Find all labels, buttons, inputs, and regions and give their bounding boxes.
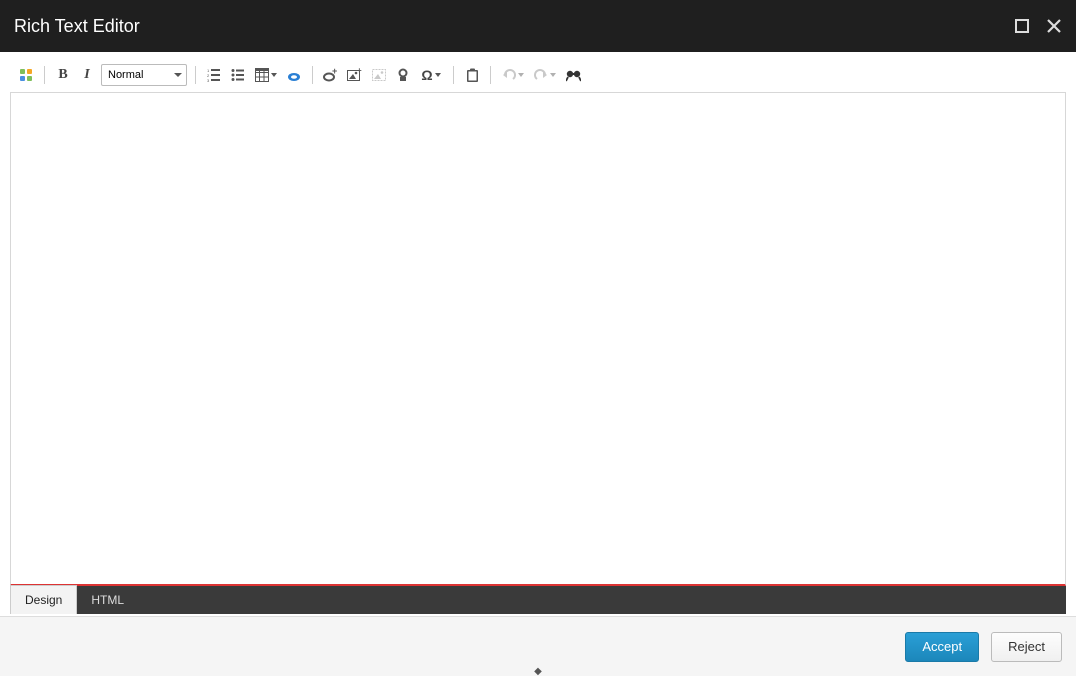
insert-table-button[interactable] [252,65,280,85]
maximize-button[interactable] [1014,18,1030,34]
close-button[interactable] [1046,18,1062,34]
italic-button[interactable]: I [77,65,97,85]
image-selection-icon[interactable] [369,65,389,85]
toolbar-separator [490,66,491,84]
chevron-down-icon [550,73,556,77]
undo-button[interactable] [499,65,527,85]
ordered-list-button[interactable]: 123 [204,65,224,85]
insert-link-icon[interactable]: + [321,65,341,85]
tab-design[interactable]: Design [10,585,77,614]
chevron-down-icon [271,73,277,77]
format-dropdown[interactable]: Normal [101,64,187,86]
view-tabstrip: Design HTML [10,586,1066,614]
window-title: Rich Text Editor [14,16,140,37]
toolbar-separator [453,66,454,84]
find-button[interactable] [563,65,583,85]
bold-button[interactable]: B [53,65,73,85]
svg-text:+: + [357,68,362,75]
resize-handle-icon[interactable]: ◆ [534,666,542,677]
chevron-down-icon [518,73,524,77]
svg-text:+: + [332,68,337,76]
redo-button[interactable] [531,65,559,85]
paste-button[interactable] [462,65,482,85]
toolbar-separator [312,66,313,84]
accept-button[interactable]: Accept [905,632,979,662]
link-button[interactable] [284,65,304,85]
toolbar-separator [195,66,196,84]
format-value: Normal [108,69,143,81]
reject-button[interactable]: Reject [991,632,1062,662]
embed-icon[interactable] [393,65,413,85]
editor-canvas-frame [10,92,1066,586]
special-char-button[interactable]: Ω [417,65,445,85]
editor-toolbar: B I Normal 123 + [10,62,1066,92]
unordered-list-button[interactable] [228,65,248,85]
omega-icon: Ω [421,67,432,83]
svg-text:3: 3 [207,78,210,82]
editor-content-area[interactable] [11,93,1065,584]
editor-main: B I Normal 123 + [0,52,1076,614]
chevron-down-icon [435,73,441,77]
modules-icon[interactable] [16,65,36,85]
title-bar: Rich Text Editor [0,0,1076,52]
tab-html[interactable]: HTML [77,586,138,614]
insert-image-icon[interactable]: + [345,65,365,85]
chevron-down-icon [174,73,182,77]
toolbar-separator [44,66,45,84]
window-controls [1014,18,1062,34]
